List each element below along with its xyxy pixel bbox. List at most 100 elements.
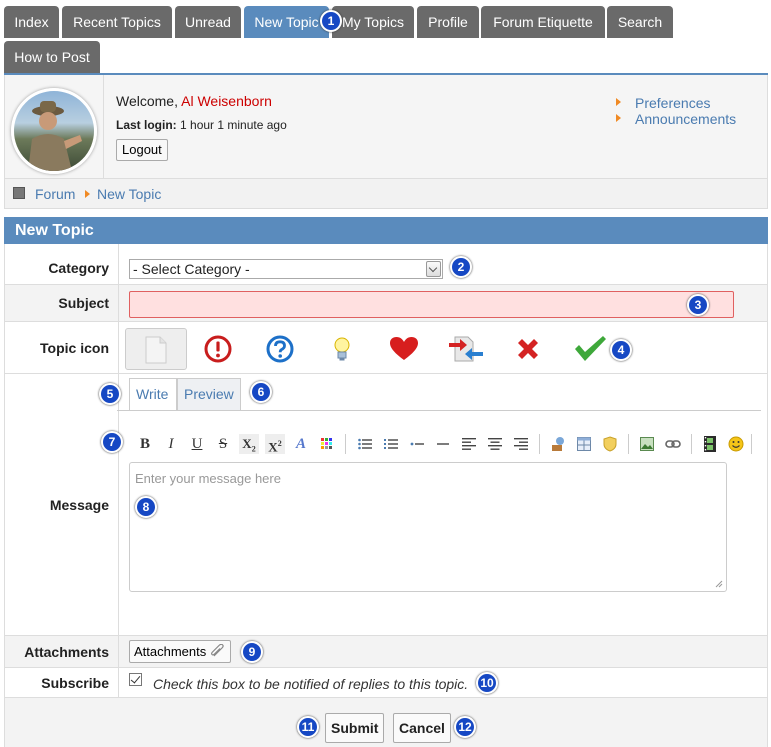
- tab-profile[interactable]: Profile: [417, 6, 479, 38]
- tab-new-topic[interactable]: New Topic: [244, 6, 329, 38]
- superscript-icon[interactable]: X2: [265, 434, 285, 454]
- subscribe-label: Subscribe: [5, 668, 119, 697]
- breadcrumb-forum[interactable]: Forum: [35, 186, 75, 202]
- subscribe-checkbox[interactable]: [129, 673, 142, 686]
- annotation-badge: 10: [476, 672, 498, 694]
- annotation-badge: 3: [687, 294, 709, 316]
- question-icon: [266, 335, 294, 363]
- redirect-icon: [449, 336, 483, 362]
- list-item-icon[interactable]: [407, 434, 427, 454]
- paperclip-icon: [210, 643, 224, 657]
- checkmark-icon: [575, 336, 606, 361]
- color-palette-icon[interactable]: [317, 434, 337, 454]
- topic-icon-cross[interactable]: [497, 328, 559, 370]
- subscribe-row: Subscribe Check this box to be notified …: [5, 668, 767, 698]
- annotation-badge: 2: [450, 256, 472, 278]
- attachments-row: Attachments Attachments: [5, 636, 767, 668]
- toolbar-separator: [628, 434, 629, 454]
- horizontal-rule-icon[interactable]: [433, 434, 453, 454]
- resize-handle-icon[interactable]: [715, 580, 723, 588]
- avatar: [11, 88, 97, 174]
- breadcrumb-arrow-icon: [85, 190, 90, 198]
- preferences-link[interactable]: Preferences: [615, 95, 736, 111]
- align-left-icon[interactable]: [459, 434, 479, 454]
- topic-icon-question[interactable]: [249, 328, 311, 370]
- message-placeholder: Enter your message here: [135, 471, 281, 486]
- username[interactable]: Al Weisenborn: [181, 93, 272, 109]
- align-right-icon[interactable]: [511, 434, 531, 454]
- topic-icon-default[interactable]: [125, 328, 187, 370]
- subscribe-description: Check this box to be notified of replies…: [153, 676, 469, 692]
- toolbar-separator: [691, 434, 692, 454]
- category-select[interactable]: - Select Category -: [129, 259, 443, 279]
- last-login-label: Last login:: [116, 118, 177, 132]
- annotation-badge: 12: [454, 716, 476, 738]
- breadcrumb-home-icon: [13, 187, 25, 199]
- tab-preview[interactable]: Preview: [177, 378, 241, 410]
- topic-icon-heart[interactable]: [373, 328, 435, 370]
- category-value: - Select Category -: [133, 261, 250, 277]
- toolbar-separator: [345, 434, 346, 454]
- breadcrumb-new-topic[interactable]: New Topic: [97, 186, 161, 202]
- welcome-label: Welcome,: [116, 93, 178, 109]
- font-color-icon[interactable]: A: [291, 434, 311, 454]
- bold-icon[interactable]: B: [135, 434, 155, 454]
- submit-button[interactable]: Submit: [325, 713, 385, 743]
- avatar-photo: [28, 101, 82, 171]
- topic-icon-exclamation[interactable]: [187, 328, 249, 370]
- tab-write[interactable]: Write: [129, 378, 177, 410]
- tab-unread[interactable]: Unread: [175, 6, 241, 38]
- last-login-value: 1 hour 1 minute ago: [180, 118, 287, 132]
- strikethrough-icon[interactable]: S: [213, 434, 233, 454]
- bullet-list-icon[interactable]: [355, 434, 375, 454]
- user-panel: Welcome, Al Weisenborn Last login: 1 hou…: [4, 75, 768, 179]
- close-icon: [518, 339, 538, 359]
- align-center-icon[interactable]: [485, 434, 505, 454]
- subscript-icon[interactable]: X2: [239, 434, 259, 454]
- numbered-list-icon[interactable]: [381, 434, 401, 454]
- tab-search[interactable]: Search: [607, 6, 673, 38]
- tab-recent-topics[interactable]: Recent Topics: [62, 6, 172, 38]
- welcome-text: Welcome, Al Weisenborn: [116, 93, 272, 109]
- tab-index[interactable]: Index: [4, 6, 59, 38]
- annotation-badge: 7: [101, 431, 123, 453]
- cancel-button[interactable]: Cancel: [393, 713, 451, 743]
- attachments-button[interactable]: Attachments: [129, 640, 231, 663]
- topic-icon-redirect[interactable]: [435, 328, 497, 370]
- subject-row: Subject: [5, 285, 767, 322]
- avatar-container: [5, 75, 104, 178]
- image-icon[interactable]: [637, 434, 657, 454]
- lightbulb-icon: [334, 337, 350, 361]
- tab-forum-etiquette[interactable]: Forum Etiquette: [481, 6, 605, 38]
- topic-icon-lightbulb[interactable]: [311, 328, 373, 370]
- tab-how-to-post[interactable]: How to Post: [4, 41, 100, 73]
- topic-icon-label: Topic icon: [5, 322, 119, 373]
- smiley-icon[interactable]: [726, 434, 746, 454]
- breadcrumb: Forum New Topic: [4, 179, 768, 209]
- toolbar-separator: [539, 434, 540, 454]
- annotation-badge: 5: [99, 383, 121, 405]
- toolbar-separator: [751, 434, 752, 454]
- form-title: New Topic: [4, 217, 768, 244]
- underline-icon[interactable]: U: [187, 434, 207, 454]
- user-links: Preferences Announcements: [615, 95, 736, 127]
- announcements-link[interactable]: Announcements: [615, 111, 736, 127]
- exclamation-icon: [204, 335, 232, 363]
- video-icon[interactable]: [700, 434, 720, 454]
- logout-button[interactable]: Logout: [116, 139, 168, 161]
- form-actions: Submit Cancel: [5, 698, 767, 747]
- chevron-down-icon: [426, 261, 441, 277]
- table-icon[interactable]: [574, 434, 594, 454]
- heart-icon: [390, 337, 418, 360]
- link-icon[interactable]: [663, 434, 683, 454]
- editor-tabs-divider: [117, 410, 761, 411]
- subject-input[interactable]: [129, 291, 734, 318]
- quote-icon[interactable]: [548, 434, 568, 454]
- tab-my-topics[interactable]: My Topics: [332, 6, 414, 38]
- shield-icon[interactable]: [600, 434, 620, 454]
- category-row: Category - Select Category -: [5, 244, 767, 285]
- message-textarea[interactable]: Enter your message here: [129, 462, 727, 592]
- annotation-badge: 11: [297, 716, 319, 738]
- topic-icon-row: Topic icon: [5, 322, 767, 374]
- italic-icon[interactable]: I: [161, 434, 181, 454]
